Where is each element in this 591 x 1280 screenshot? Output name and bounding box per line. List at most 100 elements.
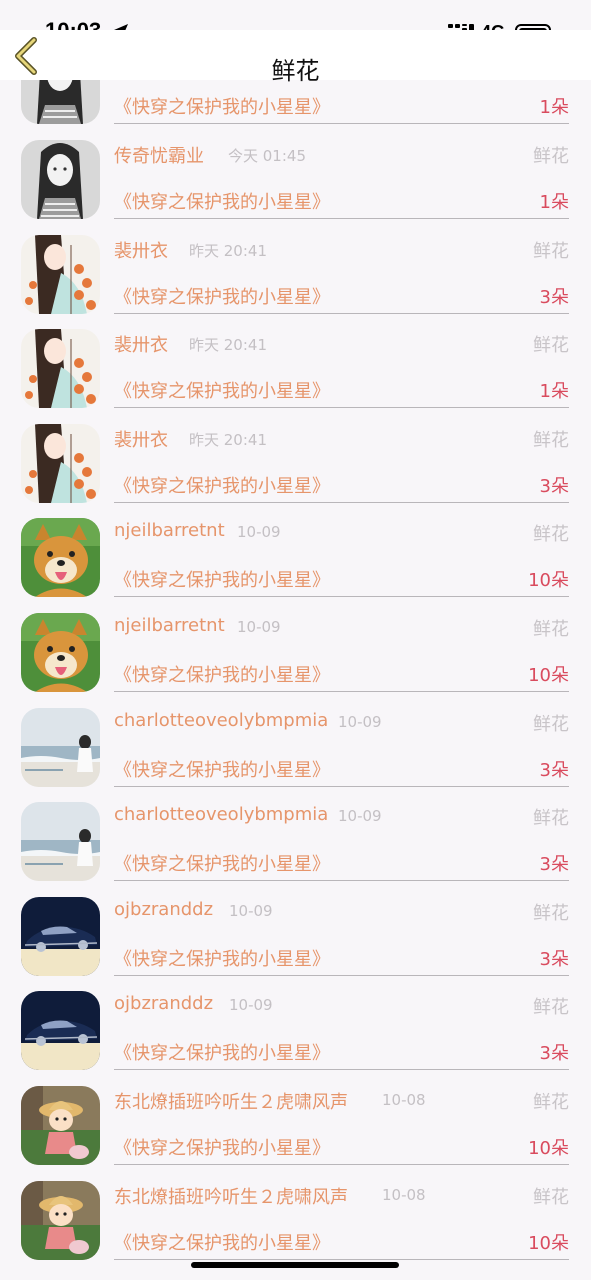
navigation-bar: 鲜花 <box>0 30 591 85</box>
flower-count: 1朵 <box>539 97 569 118</box>
flower-count: 3朵 <box>539 760 569 781</box>
row-divider <box>114 407 569 408</box>
avatar <box>21 424 100 503</box>
user-name: ojbzranddz <box>114 899 214 920</box>
avatar <box>21 613 100 692</box>
row-divider <box>114 691 569 692</box>
timestamp: 10-08 <box>382 1091 426 1109</box>
list-item[interactable]: ojbzranddz 10-09 鲜花《快穿之保护我的小星星》 3朵 <box>0 986 591 1081</box>
book-title: 《快穿之保护我的小星星》 <box>114 1233 330 1254</box>
flower-count: 10朵 <box>528 665 569 686</box>
row-divider <box>114 1164 569 1165</box>
book-title: 《快穿之保护我的小星星》 <box>114 1138 330 1159</box>
avatar <box>21 991 100 1070</box>
page-title: 鲜花 <box>271 57 320 85</box>
avatar <box>21 897 100 976</box>
gift-type: 鲜花 <box>533 335 569 356</box>
avatar <box>21 802 100 881</box>
row-divider <box>114 596 569 597</box>
flower-count: 10朵 <box>528 1138 569 1159</box>
flower-count: 3朵 <box>539 949 569 970</box>
row-divider <box>114 123 569 124</box>
user-name: 裴卅衣 <box>114 241 168 262</box>
user-name: 传奇忧霸业 <box>114 146 204 167</box>
timestamp: 10-09 <box>237 523 281 541</box>
status-bar: 10:03 4G <box>0 0 591 44</box>
row-divider <box>114 1259 569 1260</box>
timestamp: 昨天 20:41 <box>189 336 267 354</box>
gift-type: 鲜花 <box>533 619 569 640</box>
timestamp: 10-09 <box>229 996 273 1014</box>
user-name: 裴卅衣 <box>114 335 168 356</box>
gift-type: 鲜花 <box>533 903 569 924</box>
flower-count: 3朵 <box>539 1043 569 1064</box>
user-name: charlotteoveolybmpmia <box>114 710 329 731</box>
gift-type: 鲜花 <box>533 1187 569 1208</box>
avatar <box>21 1181 100 1260</box>
timestamp: 昨天 20:41 <box>189 242 267 260</box>
book-title: 《快穿之保护我的小星星》 <box>114 1043 330 1064</box>
user-name: 裴卅衣 <box>114 430 168 451</box>
list-item[interactable]: njeilbarretnt 10-09 鲜花《快穿之保护我的小星星》 10朵 <box>0 513 591 608</box>
row-divider <box>114 502 569 503</box>
timestamp: 10-09 <box>229 902 273 920</box>
book-title: 《快穿之保护我的小星星》 <box>114 854 330 875</box>
book-title: 《快穿之保护我的小星星》 <box>114 97 330 118</box>
list-item[interactable]: 东北燎插班吟听生２虎啸风声 10-08 鲜花《快穿之保护我的小星星》 10朵 <box>0 1176 591 1271</box>
list-item[interactable]: 裴卅衣 昨天 20:41 鲜花《快穿之保护我的小星星》 1朵 <box>0 324 591 419</box>
timestamp: 昨天 20:41 <box>189 431 267 449</box>
home-indicator[interactable] <box>191 1262 399 1268</box>
list-item[interactable]: 东北燎插班吟听生２虎啸风声 10-08 鲜花《快穿之保护我的小星星》 10朵 <box>0 1081 591 1176</box>
timestamp: 10-08 <box>382 1186 426 1204</box>
row-divider <box>114 975 569 976</box>
avatar <box>21 708 100 787</box>
list-item[interactable]: 裴卅衣 昨天 20:41 鲜花 《快穿之保护我的小星星》 3朵 <box>0 230 591 325</box>
gift-type: 鲜花 <box>533 1092 569 1113</box>
user-name: charlotteoveolybmpmia <box>114 804 329 825</box>
user-name: 东北燎插班吟听生２虎啸风声 <box>114 1187 348 1208</box>
gift-type: 鲜花 <box>533 430 569 451</box>
avatar <box>21 518 100 597</box>
flower-count: 1朵 <box>539 381 569 402</box>
list-item[interactable]: njeilbarretnt 10-09 鲜花《快穿之保护我的小星星》 10朵 <box>0 608 591 703</box>
flower-count: 3朵 <box>539 854 569 875</box>
row-divider <box>114 313 569 314</box>
user-name: njeilbarretnt <box>114 520 225 541</box>
list-item[interactable]: charlotteoveolybmpmia 10-09 鲜花 《快穿之保护我的小星星》… <box>0 703 591 798</box>
row-divider <box>114 880 569 881</box>
book-title: 《快穿之保护我的小星星》 <box>114 381 330 402</box>
book-title: 《快穿之保护我的小星星》 <box>114 665 330 686</box>
user-name: njeilbarretnt <box>114 615 225 636</box>
book-title: 《快穿之保护我的小星星》 <box>114 192 330 213</box>
flower-count: 10朵 <box>528 1233 569 1254</box>
avatar <box>21 329 100 408</box>
row-divider <box>114 1069 569 1070</box>
timestamp: 10-09 <box>237 618 281 636</box>
user-name: ojbzranddz <box>114 993 214 1014</box>
list-item[interactable]: 裴卅衣 昨天 20:41 鲜花《快穿之保护我的小星星》 3朵 <box>0 419 591 514</box>
timestamp: 10-09 <box>338 807 382 825</box>
flower-count: 1朵 <box>539 192 569 213</box>
avatar <box>21 235 100 314</box>
user-name: 东北燎插班吟听生２虎啸风声 <box>114 1092 348 1113</box>
avatar <box>21 1086 100 1165</box>
list-item[interactable]: ojbzranddz 10-09 鲜花《快穿之保护我的小星星》 3朵 <box>0 892 591 987</box>
list-item[interactable]: 传奇忧霸业 今天 01:45 鲜花 《快穿之保护我的小星星》 1朵 <box>0 135 591 230</box>
book-title: 《快穿之保护我的小星星》 <box>114 570 330 591</box>
book-title: 《快穿之保护我的小星星》 <box>114 476 330 497</box>
flower-count: 10朵 <box>528 570 569 591</box>
gift-type: 鲜花 <box>533 997 569 1018</box>
book-title: 《快穿之保护我的小星星》 <box>114 287 330 308</box>
timestamp: 今天 01:45 <box>228 147 306 165</box>
flower-count: 3朵 <box>539 476 569 497</box>
avatar <box>21 140 100 219</box>
flower-count: 3朵 <box>539 287 569 308</box>
timestamp: 10-09 <box>338 713 382 731</box>
book-title: 《快穿之保护我的小星星》 <box>114 949 330 970</box>
gift-type: 鲜花 <box>533 808 569 829</box>
book-title: 《快穿之保护我的小星星》 <box>114 760 330 781</box>
row-divider <box>114 786 569 787</box>
row-divider <box>114 218 569 219</box>
list-item[interactable]: charlotteoveolybmpmia 10-09 鲜花《快穿之保护我的小星星》… <box>0 797 591 892</box>
gift-type: 鲜花 <box>533 524 569 545</box>
